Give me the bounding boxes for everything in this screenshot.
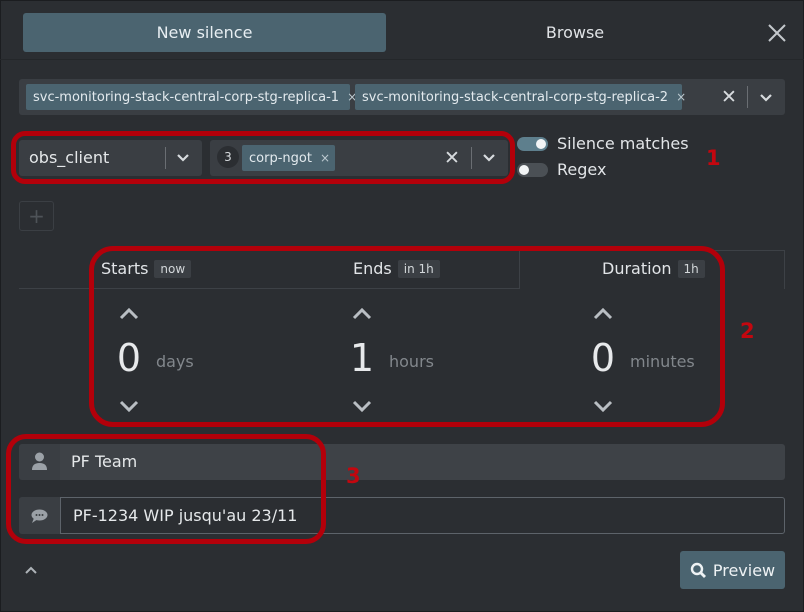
preview-label: Preview bbox=[712, 560, 776, 580]
chevron-down-icon[interactable] bbox=[759, 91, 773, 105]
chip-remove-icon[interactable]: × bbox=[676, 90, 686, 104]
toggle-knob bbox=[536, 139, 546, 149]
search-icon bbox=[690, 562, 706, 578]
tab-new-silence[interactable]: New silence bbox=[23, 13, 386, 52]
regex-toggle[interactable] bbox=[517, 163, 548, 177]
close-icon[interactable] bbox=[764, 20, 790, 46]
header-divider bbox=[0, 59, 804, 60]
silence-matches-toggle[interactable] bbox=[517, 137, 548, 151]
silence-matches-label: Silence matches bbox=[557, 134, 689, 153]
cluster-chip: svc-monitoring-stack-central-corp-stg-re… bbox=[26, 84, 357, 110]
cluster-chip-label: svc-monitoring-stack-central-corp-stg-re… bbox=[33, 89, 340, 105]
regex-label: Regex bbox=[557, 160, 607, 179]
annotation-box-2 bbox=[89, 246, 725, 427]
chevron-up-icon[interactable] bbox=[24, 563, 38, 577]
annotation-box-3 bbox=[6, 434, 326, 544]
tab-browse[interactable]: Browse bbox=[386, 13, 764, 52]
annotation-number-2: 2 bbox=[740, 319, 755, 343]
separator bbox=[747, 86, 748, 108]
annotation-box-1 bbox=[11, 131, 515, 184]
clear-clusters-icon[interactable]: ✕ bbox=[718, 86, 740, 108]
annotation-number-3: 3 bbox=[346, 464, 361, 488]
cluster-chip-label: svc-monitoring-stack-central-corp-stg-re… bbox=[362, 89, 669, 105]
add-matcher-button[interactable]: + bbox=[19, 201, 54, 231]
cluster-chip: svc-monitoring-stack-central-corp-stg-re… bbox=[355, 84, 686, 110]
annotation-number-1: 1 bbox=[706, 146, 721, 170]
preview-button[interactable]: Preview bbox=[680, 551, 785, 589]
toggle-knob bbox=[519, 165, 529, 175]
